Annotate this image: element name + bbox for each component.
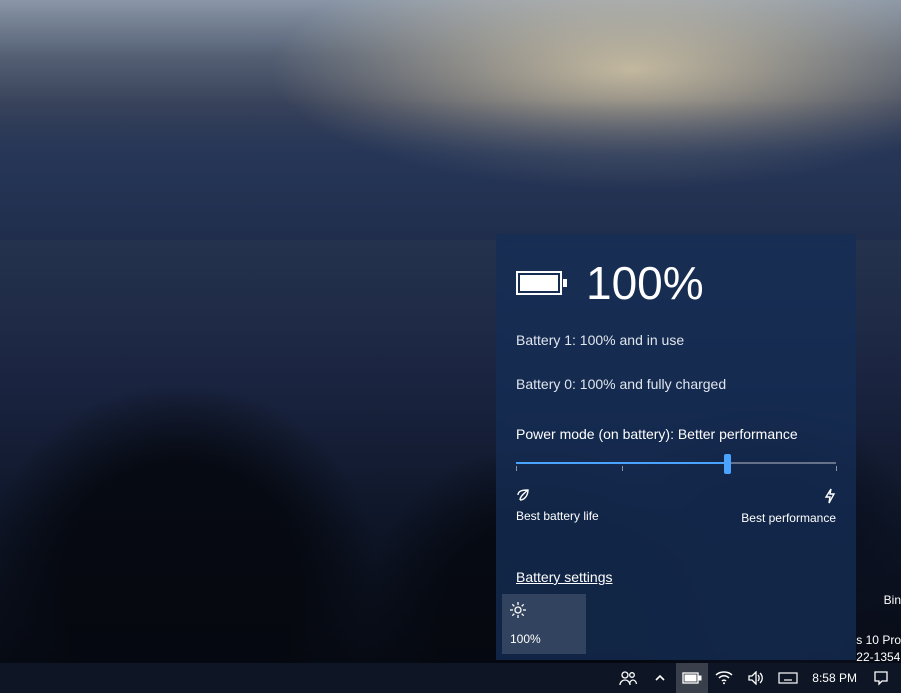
power-mode-label: Power mode (on battery): Better performa… [516, 426, 836, 442]
tray-battery-icon[interactable] [676, 663, 708, 693]
slider-end-right: Best performance [741, 488, 836, 525]
taskbar-clock[interactable]: 8:58 PM [804, 671, 865, 685]
slider-thumb[interactable] [724, 454, 731, 474]
best-battery-life-label: Best battery life [516, 509, 599, 523]
brightness-value: 100% [510, 632, 578, 646]
battery-percent-large: 100% [586, 256, 704, 310]
tray-people-icon[interactable] [612, 663, 644, 693]
leaf-icon [516, 488, 599, 505]
best-performance-label: Best performance [741, 511, 836, 525]
battery-settings-link[interactable]: Battery settings [516, 569, 613, 585]
system-tray: 8:58 PM [612, 663, 897, 693]
slider-tick [516, 466, 517, 471]
recycle-bin-label[interactable]: Bin [884, 592, 901, 609]
windows-watermark: s 10 Pro 22-1354 [856, 632, 901, 666]
slider-tick [622, 466, 623, 471]
tray-overflow-chevron[interactable] [644, 663, 676, 693]
tray-action-center-icon[interactable] [865, 663, 897, 693]
slider-end-left: Best battery life [516, 488, 599, 525]
tray-volume-icon[interactable] [740, 663, 772, 693]
slider-fill [516, 462, 727, 464]
tray-input-icon[interactable] [772, 663, 804, 693]
brightness-tile[interactable]: 100% [502, 594, 586, 654]
battery-icon [516, 269, 568, 297]
battery1-status: Battery 1: 100% and in use [516, 332, 836, 348]
watermark-line1: s 10 Pro [856, 633, 901, 647]
bolt-icon [824, 488, 836, 507]
tray-wifi-icon[interactable] [708, 663, 740, 693]
slider-end-labels: Best battery life Best performance [516, 488, 836, 525]
battery-flyout: 100% Battery 1: 100% and in use Battery … [496, 234, 856, 660]
battery-summary-row: 100% [516, 256, 836, 310]
watermark-line2: 22-1354 [856, 650, 900, 664]
taskbar: 8:58 PM [0, 663, 901, 693]
battery0-status: Battery 0: 100% and fully charged [516, 376, 836, 392]
slider-tick [836, 466, 837, 471]
power-mode-slider[interactable] [516, 454, 836, 474]
brightness-icon [510, 602, 578, 621]
